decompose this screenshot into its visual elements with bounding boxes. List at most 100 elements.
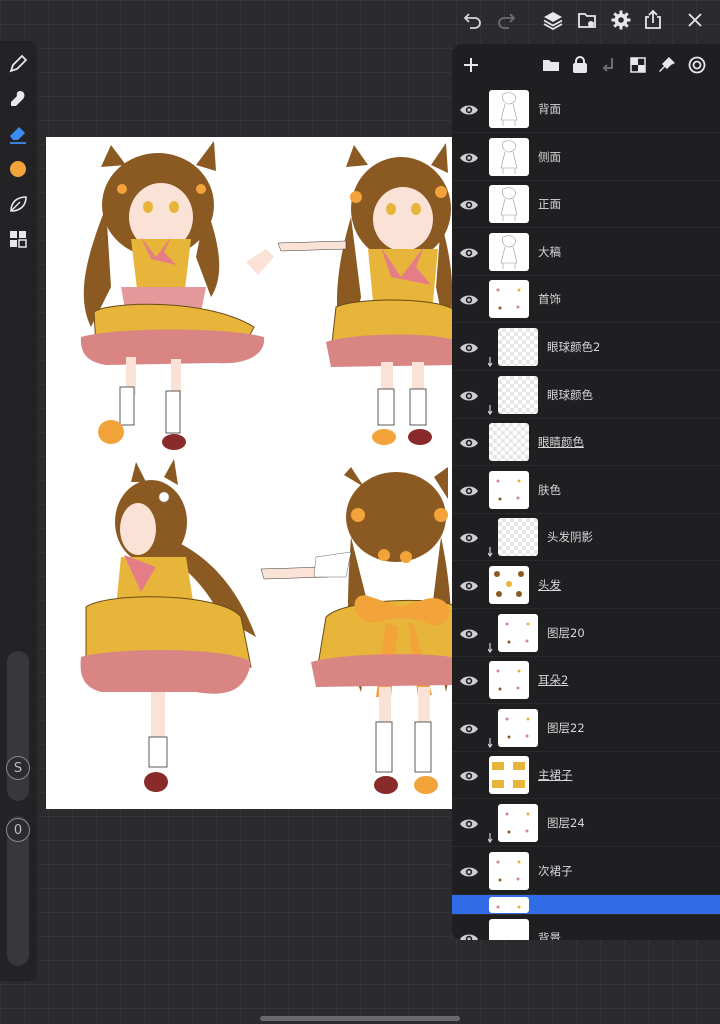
share-button[interactable] [640,7,666,33]
gear-icon [610,9,632,31]
smudge-tool[interactable] [7,88,29,110]
layer-name: 图层24 [547,816,585,830]
layer-name: 头发阴影 [547,530,593,545]
layer-thumbnail [489,919,529,940]
layer-name: 肤色 [538,482,561,497]
clipping-mask-icon [487,543,498,558]
eye-icon[interactable] [458,432,480,454]
eye-icon[interactable] [458,861,480,883]
smudge-icon [7,88,29,110]
checkerboard-icon [627,54,649,76]
gallery-button[interactable] [574,7,600,33]
brush-tool[interactable] [7,53,29,75]
layer-row[interactable]: 头发阴影 [452,514,720,562]
layer-row[interactable]: 图层22 [452,705,720,752]
group-layer-button[interactable] [540,54,562,76]
layer-thumbnail [498,328,538,366]
settings-button[interactable] [608,7,634,33]
opacity-knob[interactable]: 0 [6,818,30,842]
layer-name: 大稿 [538,244,561,259]
eye-icon[interactable] [458,623,480,645]
color-swatch-icon [7,158,29,180]
layer-name: 头发 [538,578,561,592]
layer-row[interactable] [452,895,720,927]
undo-button[interactable] [460,7,486,33]
layer-thumbnail [489,423,529,462]
layer-thumbnail [489,756,529,795]
close-button[interactable] [682,7,708,33]
brush-size-knob[interactable]: S [6,756,30,780]
layer-name: 图层22 [547,720,585,735]
left-tool-strip: S 0 [0,41,37,981]
layer-thumbnail [489,566,529,604]
layer-row[interactable]: 眼球颜色 [452,372,720,419]
reference-button[interactable] [686,54,708,76]
eye-icon[interactable] [458,194,480,216]
brush-size-slider[interactable]: S [6,651,30,801]
eye-icon[interactable] [458,147,480,169]
layer-name: 背景 [538,931,561,940]
layer-thumbnail [498,375,538,414]
color-swatch[interactable] [7,158,29,180]
eraser-tool[interactable] [7,123,29,145]
add-layer-button[interactable] [460,54,482,76]
layer-row[interactable]: 头发 [452,562,720,609]
eye-icon[interactable] [458,928,480,940]
brush-icon [7,53,29,75]
layers-button[interactable] [540,7,566,33]
layer-row[interactable]: 主裙子 [452,752,720,800]
layer-row[interactable]: 眼睛颜色 [452,419,720,467]
pin-button[interactable] [656,54,678,76]
pin-icon [656,54,678,76]
layer-row[interactable]: 图层20 [452,610,720,657]
layer-thumbnail [489,851,529,890]
layer-row[interactable]: 眼球颜色2 [452,324,720,371]
eye-icon[interactable] [458,527,480,549]
layer-row[interactable]: 背面 [452,86,720,133]
eye-icon[interactable] [458,242,480,264]
layer-row[interactable]: 正面 [452,181,720,229]
eye-icon[interactable] [458,99,480,121]
layout-tool[interactable] [7,228,29,250]
layer-row[interactable]: 肤色 [452,467,720,514]
layer-name: 眼睛颜色 [538,435,584,450]
eye-icon[interactable] [458,480,480,502]
gallery-icon [576,9,598,31]
layer-row[interactable]: 首饰 [452,276,720,324]
layer-name: 背面 [538,102,561,116]
lock-layer-button[interactable] [569,54,591,76]
eye-icon[interactable] [458,575,480,597]
eye-icon[interactable] [458,718,480,740]
layer-row[interactable]: 侧面 [452,134,720,181]
layer-thumbnail [489,470,529,509]
eye-icon[interactable] [458,813,480,835]
eye-icon[interactable] [458,765,480,787]
layer-row[interactable]: 背景 [452,915,720,940]
layer-row[interactable]: 次裙子 [452,848,720,895]
eye-icon[interactable] [458,385,480,407]
close-icon [684,9,706,31]
leaf-tool[interactable] [7,193,29,215]
share-icon [642,9,664,31]
character-side-view [80,459,256,792]
redo-icon [495,9,517,31]
layer-row[interactable]: 耳朵2 [452,657,720,705]
opacity-slider[interactable]: 0 [6,816,30,966]
layer-name: 首饰 [538,292,561,307]
home-indicator[interactable] [260,1016,460,1021]
drawing-canvas[interactable] [46,137,454,809]
layers-panel: 背面侧面正面大稿首饰眼球颜色2 眼球颜色眼睛颜色肤色头发阴影头发图层20 耳朵2 图层… [452,44,720,940]
merge-down-button[interactable] [598,54,620,76]
eye-icon[interactable] [458,289,480,311]
layer-row[interactable]: 图层24 [452,800,720,847]
layer-thumbnail [489,232,529,271]
clipping-mask-icon [487,639,498,653]
layer-thumbnail [489,137,529,176]
eye-icon[interactable] [458,337,480,359]
layer-name: 正面 [538,197,561,212]
redo-button[interactable] [493,7,519,33]
layer-row[interactable]: 大稿 [452,229,720,276]
layer-thumbnail [489,280,529,319]
transparency-button[interactable] [627,54,649,76]
eye-icon[interactable] [458,670,480,692]
